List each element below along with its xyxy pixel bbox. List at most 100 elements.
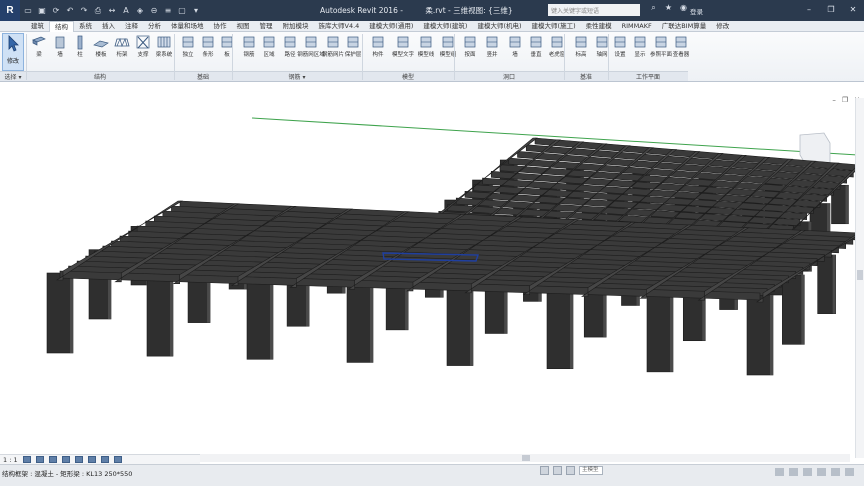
- tab-3[interactable]: 插入: [97, 21, 120, 32]
- tab-11[interactable]: 族库大师V4.4: [314, 21, 365, 32]
- ribbon-panel-0[interactable]: 选择 ▾: [0, 71, 26, 81]
- select-pinned-icon[interactable]: [803, 468, 812, 476]
- tab-18[interactable]: 广联达BIM算量: [657, 21, 711, 32]
- view-scale[interactable]: 1 : 1: [3, 456, 18, 464]
- ribbon-button-13[interactable]: 钢筋网区域: [297, 34, 325, 70]
- tab-0[interactable]: 建筑: [26, 21, 49, 32]
- save-icon[interactable]: ▣: [36, 5, 48, 17]
- ribbon-button-15[interactable]: 保护层: [342, 34, 364, 70]
- tab-6[interactable]: 体量和场地: [166, 21, 209, 32]
- switch-windows-icon[interactable]: ▾: [190, 5, 202, 17]
- ribbon-button-21[interactable]: 竖井: [481, 34, 503, 70]
- tab-19[interactable]: 修改: [711, 21, 734, 32]
- ribbon-button-0[interactable]: 梁: [28, 34, 50, 70]
- ribbon-button-29[interactable]: 参照平面: [650, 34, 672, 70]
- visual-style-icon[interactable]: [35, 456, 44, 463]
- modify-button[interactable]: 修改: [2, 33, 24, 71]
- user-icon[interactable]: ◉: [678, 3, 689, 16]
- login-button[interactable]: 登录: [690, 6, 703, 16]
- crop-view-icon[interactable]: [87, 456, 96, 463]
- ribbon-panel-1[interactable]: 结构: [26, 71, 174, 81]
- tab-14[interactable]: 建模大师(机电): [472, 21, 526, 32]
- view-minimize-icon[interactable]: –: [832, 96, 836, 104]
- undo-icon[interactable]: ↶: [64, 5, 76, 17]
- filter-icon[interactable]: [845, 468, 854, 476]
- tab-4[interactable]: 注释: [120, 21, 143, 32]
- ribbon-button-22[interactable]: 墙: [504, 34, 526, 70]
- view-restore-icon[interactable]: ❐: [842, 96, 848, 104]
- subscription-icon[interactable]: ★: [663, 3, 674, 16]
- worksets-icon[interactable]: [540, 466, 549, 475]
- ribbon-button-6[interactable]: 梁系统: [153, 34, 175, 70]
- render-icon[interactable]: [74, 456, 83, 463]
- tab-9[interactable]: 管理: [255, 21, 278, 32]
- redo-icon[interactable]: ↷: [78, 5, 90, 17]
- search-icon[interactable]: ⌕: [648, 3, 659, 16]
- section-icon[interactable]: ⊖: [148, 5, 160, 17]
- text-icon[interactable]: A: [120, 5, 132, 17]
- ribbon-button-11[interactable]: 区域: [258, 34, 280, 70]
- select-by-face-icon[interactable]: [817, 468, 826, 476]
- ribbon-button-14[interactable]: 钢筋网片: [322, 34, 344, 70]
- tab-12[interactable]: 建模大师(通用): [364, 21, 418, 32]
- ribbon-button-19[interactable]: 模型组: [437, 34, 459, 70]
- ribbon-button-17[interactable]: 模型文字: [392, 34, 414, 70]
- ribbon-button-9[interactable]: 板: [216, 34, 238, 70]
- ribbon-button-28[interactable]: 显示: [629, 34, 651, 70]
- drag-elements-icon[interactable]: [831, 468, 840, 476]
- tab-15[interactable]: 建模大师(施工): [527, 21, 581, 32]
- minimize-icon[interactable]: –: [798, 0, 820, 18]
- lock-view-icon[interactable]: [100, 456, 109, 463]
- vertical-scroll-thumb[interactable]: [857, 270, 863, 280]
- 3d-view-icon[interactable]: ◈: [134, 5, 146, 17]
- search-input[interactable]: 键入关键字或短语: [548, 4, 640, 16]
- ribbon-button-25[interactable]: 标高: [570, 34, 592, 70]
- ribbon-panel-4[interactable]: 模型: [362, 71, 454, 81]
- editable-only-icon[interactable]: [566, 466, 575, 475]
- thin-lines-icon[interactable]: ≡: [162, 5, 174, 17]
- structural-model[interactable]: [0, 83, 864, 453]
- tab-2[interactable]: 系统: [74, 21, 97, 32]
- 3d-view[interactable]: – ❐ ✕: [0, 83, 864, 453]
- ribbon-button-4[interactable]: 桁架: [111, 34, 133, 70]
- ribbon-panel-6[interactable]: 基准: [564, 71, 608, 81]
- design-options-icon[interactable]: [553, 466, 562, 475]
- select-underlay-icon[interactable]: [789, 468, 798, 476]
- ribbon-button-7[interactable]: 独立: [177, 34, 199, 70]
- ribbon-button-16[interactable]: 构件: [367, 34, 389, 70]
- sun-path-icon[interactable]: [48, 456, 57, 463]
- sync-icon[interactable]: ⟳: [50, 5, 62, 17]
- temporary-hide-icon[interactable]: [113, 456, 122, 463]
- main-model-field[interactable]: 主模型: [579, 466, 603, 475]
- ribbon-panel-5[interactable]: 洞口: [454, 71, 564, 81]
- ribbon-button-27[interactable]: 设置: [609, 34, 631, 70]
- maximize-icon[interactable]: ❐: [820, 0, 842, 18]
- measure-icon[interactable]: ↔: [106, 5, 118, 17]
- close-icon[interactable]: ✕: [842, 0, 864, 18]
- ribbon-panel-2[interactable]: 基础: [174, 71, 232, 81]
- horizontal-scrollbar[interactable]: [200, 454, 850, 462]
- ribbon-button-3[interactable]: 楼板: [90, 34, 112, 70]
- ribbon-button-20[interactable]: 按面: [459, 34, 481, 70]
- ribbon-panel-3[interactable]: 钢筋 ▾: [232, 71, 362, 81]
- ribbon-button-10[interactable]: 钢筋: [238, 34, 260, 70]
- ribbon-button-18[interactable]: 模型线: [415, 34, 437, 70]
- tab-17[interactable]: RIMMAKF: [617, 21, 657, 32]
- tab-5[interactable]: 分析: [143, 21, 166, 32]
- tab-1[interactable]: 结构: [49, 20, 74, 32]
- select-links-icon[interactable]: [775, 468, 784, 476]
- vertical-scrollbar[interactable]: [855, 98, 864, 458]
- print-icon[interactable]: ⎙: [92, 5, 104, 17]
- detail-level-icon[interactable]: [22, 456, 31, 463]
- horizontal-scroll-thumb[interactable]: [522, 455, 530, 461]
- tab-7[interactable]: 协作: [209, 21, 232, 32]
- open-icon[interactable]: ▭: [22, 5, 34, 17]
- ribbon-button-2[interactable]: 柱: [69, 34, 91, 70]
- tab-16[interactable]: 柔性建模: [581, 21, 617, 32]
- shadows-icon[interactable]: [61, 456, 70, 463]
- tab-8[interactable]: 视图: [232, 21, 255, 32]
- ribbon-button-1[interactable]: 墙: [49, 34, 71, 70]
- tab-10[interactable]: 附加模块: [278, 21, 314, 32]
- ribbon-button-5[interactable]: 支撑: [132, 34, 154, 70]
- ribbon-panel-7[interactable]: 工作平面: [608, 71, 688, 81]
